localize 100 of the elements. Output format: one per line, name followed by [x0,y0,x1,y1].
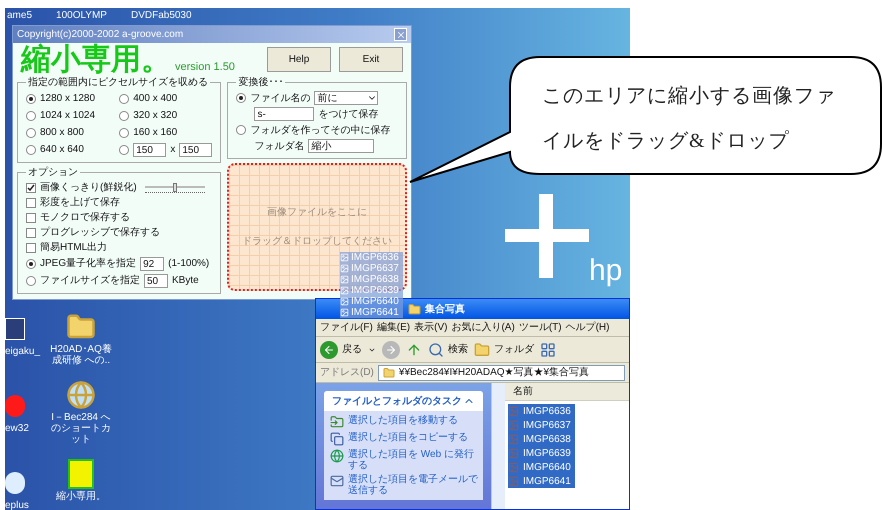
forward-button[interactable] [382,340,400,358]
width-field[interactable]: 150 [133,142,166,156]
image-file-icon [340,275,349,284]
menu-item[interactable]: ヘルプ(H) [566,320,610,335]
dragged-file: IMGP6637 [340,263,403,274]
folder-arrow-icon [330,415,344,429]
file-row[interactable]: IMGP6637 [508,418,575,432]
sharpness-slider[interactable] [144,182,205,192]
radio-button[interactable] [119,110,130,120]
close-icon [396,30,406,40]
globe-icon [330,449,344,463]
value-field[interactable]: 92 [140,256,164,270]
app-shortcut-icon[interactable] [68,459,94,489]
app-button[interactable]: Help [267,47,331,72]
option-label[interactable]: 320 x 320 [133,108,178,123]
desktop-icon-label[interactable]: eplus [5,498,29,510]
menu-item[interactable]: 編集(E) [376,320,410,335]
task-link[interactable]: 選択した項目をコピーする [348,432,468,443]
desktop-icon-label[interactable]: ame5 [7,8,32,23]
group-title: 指定の範囲内にピクセルサイズを収める [27,76,209,90]
option-label[interactable]: プログレッシブで保存する [40,225,160,240]
option-label[interactable]: フォルダを作ってその中に保存 [250,122,390,138]
up-folder-icon[interactable] [406,342,422,358]
file-row[interactable]: IMGP6638 [508,432,575,446]
radio-button[interactable] [119,144,130,154]
file-row[interactable]: IMGP6641 [508,474,575,488]
option-label[interactable]: JPEG量子化率を指定 [40,256,136,271]
option-label[interactable]: 彩度を上げて保存 [40,195,120,210]
menu-item[interactable]: ツール(T) [518,320,562,335]
network-folder-icon[interactable] [66,380,96,410]
radio-button[interactable] [26,110,36,120]
desktop-icon-label[interactable]: ew32 [5,421,29,436]
task-link[interactable]: 選択した項目を Web に発行する [348,449,479,471]
position-dropdown[interactable]: 前に [314,91,378,105]
radio-button[interactable] [26,94,36,104]
option-label[interactable]: ファイルサイズを指定 [40,273,140,288]
close-button[interactable] [394,28,407,41]
callout-text: このエリアに縮小する画像ファイルをドラッグ&ドロップ [542,84,837,154]
radio-button[interactable] [26,276,36,286]
option-label[interactable]: 400 x 400 [133,91,178,106]
checkbox[interactable] [26,228,36,238]
radio-button[interactable] [119,94,130,104]
folders-button[interactable]: フォルダ [474,342,534,358]
option-label[interactable]: 1024 x 1024 [40,108,96,123]
value-field[interactable]: 50 [144,274,168,288]
radio-button[interactable] [119,128,130,138]
option-label[interactable]: モノクロで保存する [40,210,130,225]
forward-arrow-icon [385,344,397,356]
option-label[interactable]: ファイル名の [250,90,310,106]
radio-button[interactable] [26,128,36,138]
checkbox[interactable] [26,242,36,252]
task-link[interactable]: 選択した項目を移動する [348,415,458,426]
radio-button[interactable] [236,125,246,135]
desktop-icon-label[interactable]: DVDFab5030 [130,8,192,23]
radio-button[interactable] [26,144,36,154]
option-label[interactable]: 画像くっきり(鮮鋭化) [40,180,137,195]
desktop-icon-label[interactable]: 100OLYMP [56,8,107,23]
option-label[interactable]: 簡易HTML出力 [40,240,108,255]
checkbox[interactable] [26,212,36,222]
image-file-icon [340,286,349,295]
option-label[interactable]: 1280 x 1280 [40,91,96,106]
file-row[interactable]: IMGP6636 [508,404,575,418]
search-button[interactable]: 検索 [428,342,468,358]
desktop-icon-label[interactable]: I－Bec284 へのショートカット [47,412,115,445]
option-label[interactable]: 800 x 800 [40,125,84,140]
plus-sign-icon [505,194,589,278]
height-field[interactable]: 150 [179,142,212,156]
menu-item[interactable]: ファイル(F) [320,320,373,335]
shortcut-icon[interactable] [5,472,25,494]
image-file-icon [340,264,349,273]
address-field[interactable]: ¥¥Bec284¥I¥H20ADAQ★写真★¥集合写真 [378,364,625,380]
option-label[interactable]: 640 x 640 [40,142,84,157]
group-title: オプション [27,166,79,180]
views-icon[interactable] [540,342,556,358]
dragged-file: IMGP6641 [340,307,403,318]
checkbox[interactable] [26,182,36,192]
desktop-icon-label[interactable]: 縮小専用。 [56,491,106,502]
app-logo: 縮小専用。 [21,45,171,75]
folder-name-field[interactable]: 縮小 [308,139,374,153]
dragged-file: IMGP6636 [340,252,403,263]
task-link[interactable]: 選択した項目を電子メールで送信する [348,474,479,496]
prefix-field[interactable]: s- [254,107,314,121]
menu-item[interactable]: お気に入り(A) [451,320,515,335]
back-button[interactable]: 戻る [320,340,362,358]
shortcut-icon[interactable] [5,318,25,340]
search-icon [428,342,444,358]
radio-button[interactable] [236,93,246,103]
image-file-icon [340,297,349,306]
desktop-icon-label[interactable]: H20AD･AQ養成研修 への.. [47,344,115,366]
file-row[interactable]: IMGP6639 [508,446,575,460]
menu-item[interactable]: 表示(V) [414,320,448,335]
hp-logo-text: hp [589,256,622,286]
app-button[interactable]: Exit [339,47,403,72]
column-header[interactable]: 名前 [505,383,629,401]
dragged-file: IMGP6638 [340,274,403,285]
checkbox[interactable] [26,198,36,208]
file-row[interactable]: IMGP6640 [508,460,575,474]
desktop-icon-label[interactable]: eigaku_ [5,344,40,359]
option-label[interactable]: 160 x 160 [133,125,178,140]
radio-button[interactable] [26,258,36,268]
